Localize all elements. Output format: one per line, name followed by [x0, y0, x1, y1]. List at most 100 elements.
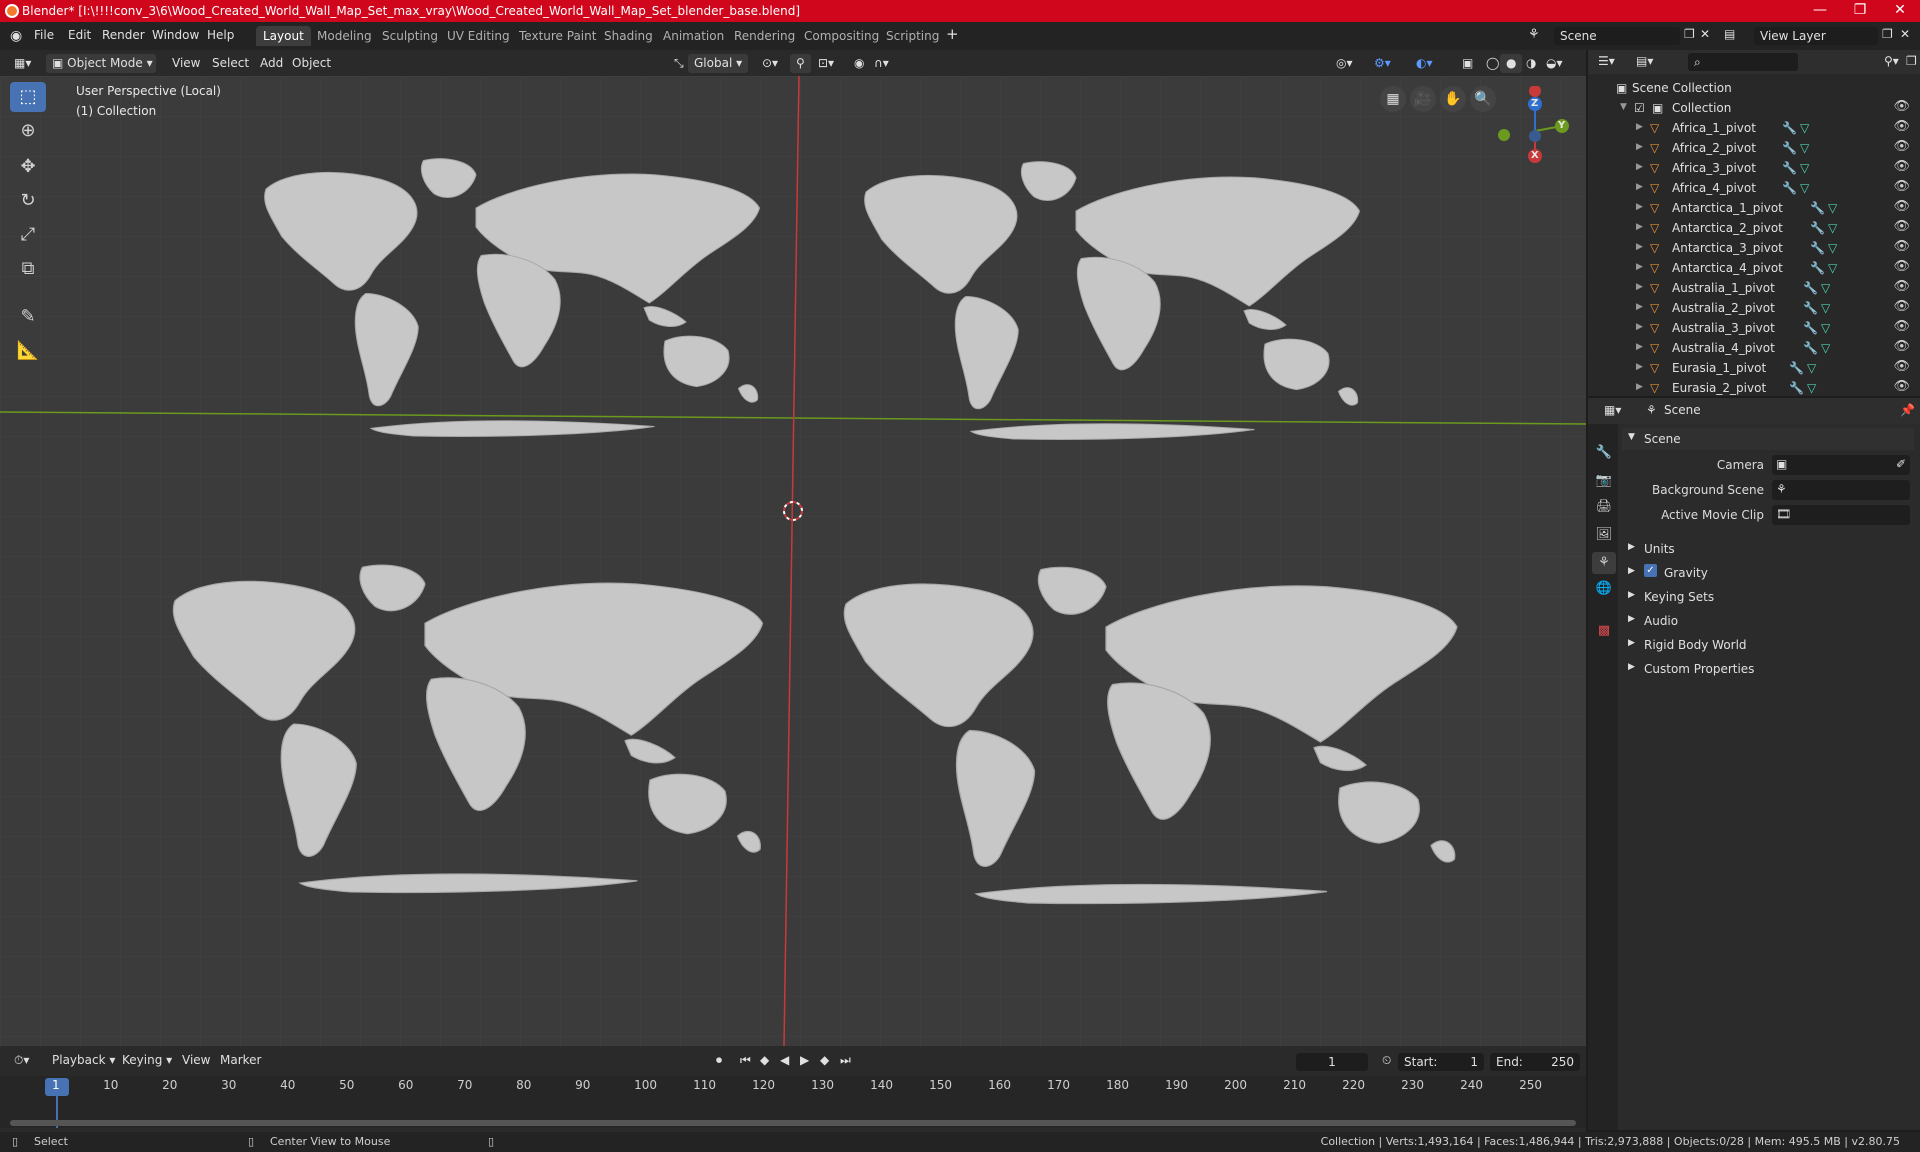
toggle-camera-grid-icon[interactable]: ▦ [1380, 86, 1406, 112]
expand-item-icon[interactable]: ▶ [1636, 142, 1643, 152]
eye-icon[interactable]: 👁 [1893, 159, 1910, 174]
properties-editor-icon[interactable]: ▦▾ [1598, 401, 1627, 420]
annotate-tool-icon[interactable]: ✎ [10, 302, 46, 332]
mesh-data-icon[interactable]: ▽ [1800, 141, 1809, 155]
subpanel-header[interactable]: ▶ Units [1622, 538, 1914, 560]
tab-modeling[interactable]: Modeling [310, 26, 379, 46]
collection-checkbox[interactable]: ☑ [1634, 101, 1645, 115]
subpanel-header[interactable]: ▶ ✓ Gravity [1622, 562, 1914, 584]
tab-animation[interactable]: Animation [656, 26, 731, 46]
outliner-item[interactable]: ▶ ▽ Australia_1_pivot 🔧 ▽ 👁 [1588, 278, 1920, 298]
keying-menu[interactable]: Keying ▾ [116, 1051, 178, 1070]
tab-scripting[interactable]: Scripting [879, 26, 946, 46]
subpanel-header[interactable]: ▶ Keying Sets [1622, 586, 1914, 608]
snap-icon[interactable]: ⚲ [790, 54, 811, 73]
eye-icon[interactable]: 👁 [1893, 299, 1910, 314]
outliner-collection[interactable]: ▼ ☑ ▣ Collection 👁 [1588, 98, 1920, 118]
tab-output-icon[interactable]: 🖨 [1592, 496, 1616, 518]
mesh-data-icon[interactable]: ▽ [1821, 281, 1830, 295]
outliner-item[interactable]: ▶ ▽ Eurasia_2_pivot 🔧 ▽ 👁 [1588, 378, 1920, 398]
mesh-data-icon[interactable]: ▽ [1828, 201, 1837, 215]
cursor-tool-icon[interactable]: ⊕ [10, 116, 46, 146]
orientation-icon[interactable]: ⤡ [668, 54, 690, 73]
eye-icon[interactable]: 👁 [1893, 379, 1910, 394]
tab-sculpting[interactable]: Sculpting [375, 26, 445, 46]
end-frame-field[interactable]: End: 250 [1490, 1053, 1580, 1071]
expand-item-icon[interactable]: ▶ [1636, 302, 1643, 312]
tab-tool-icon[interactable]: 🔧 [1592, 442, 1616, 464]
play-icon[interactable]: ▶ [794, 1051, 815, 1070]
timeline-view-menu[interactable]: View [176, 1051, 216, 1070]
eye-icon[interactable]: 👁 [1893, 119, 1910, 134]
expand-item-icon[interactable]: ▶ [1636, 162, 1643, 172]
camera-view-icon[interactable]: 🎥 [1410, 86, 1436, 112]
eye-icon[interactable]: 👁 [1893, 339, 1910, 354]
falloff-icon[interactable]: ∩▾ [868, 54, 895, 73]
menu-file[interactable]: File [34, 28, 54, 42]
mesh-data-icon[interactable]: ▽ [1821, 301, 1830, 315]
menu-render[interactable]: Render [102, 28, 145, 42]
editor-type-icon[interactable]: ▦▾ [8, 54, 37, 73]
outliner-item[interactable]: ▶ ▽ Antarctica_4_pivot 🔧 ▽ 👁 [1588, 258, 1920, 278]
modifier-icon[interactable]: 🔧 [1810, 221, 1825, 235]
eyedropper-icon[interactable]: ✐ [1896, 457, 1906, 471]
gravity-checkbox[interactable]: ✓ [1644, 564, 1657, 577]
expand-item-icon[interactable]: ▶ [1636, 322, 1643, 332]
start-frame-field[interactable]: Start: 1 [1398, 1053, 1484, 1071]
tab-render-icon[interactable]: 📷 [1592, 470, 1616, 492]
remove-scene-icon[interactable]: ✕ [1700, 27, 1710, 41]
outliner-item[interactable]: ▶ ▽ Australia_4_pivot 🔧 ▽ 👁 [1588, 338, 1920, 358]
outliner-item[interactable]: ▶ ▽ Africa_1_pivot 🔧 ▽ 👁 [1588, 118, 1920, 138]
remove-view-layer-icon[interactable]: ✕ [1900, 27, 1910, 41]
modifier-icon[interactable]: 🔧 [1810, 201, 1825, 215]
scene-field[interactable]: Scene [1554, 27, 1680, 45]
tab-view-layer-icon[interactable]: 🖼 [1592, 524, 1616, 546]
expand-item-icon[interactable]: ▶ [1636, 242, 1643, 252]
mesh-data-icon[interactable]: ▽ [1821, 341, 1830, 355]
tab-compositing[interactable]: Compositing [797, 26, 886, 46]
menu-add[interactable]: Add [254, 54, 289, 73]
measure-tool-icon[interactable]: 📐 [10, 336, 46, 366]
eye-icon[interactable]: 👁 [1893, 319, 1910, 334]
modifier-icon[interactable]: 🔧 [1810, 241, 1825, 255]
outliner-item[interactable]: ▶ ▽ Africa_4_pivot 🔧 ▽ 👁 [1588, 178, 1920, 198]
eye-icon[interactable]: 👁 [1893, 239, 1910, 254]
outliner-item[interactable]: ▶ ▽ Africa_3_pivot 🔧 ▽ 👁 [1588, 158, 1920, 178]
play-reverse-icon[interactable]: ◀ [774, 1051, 795, 1070]
new-view-layer-icon[interactable]: ❐ [1882, 27, 1893, 41]
expand-item-icon[interactable]: ▶ [1636, 342, 1643, 352]
eye-icon[interactable]: 👁 [1893, 219, 1910, 234]
subpanel-header[interactable]: ▶ Audio [1622, 610, 1914, 632]
display-mode-icon[interactable]: ▤▾ [1630, 52, 1659, 71]
expand-collection-icon[interactable]: ▼ [1620, 102, 1627, 112]
outliner-editor-icon[interactable]: ☰▾ [1592, 52, 1621, 71]
subpanel-header[interactable]: ▶ Rigid Body World [1622, 634, 1914, 656]
menu-view[interactable]: View [166, 54, 206, 73]
modifier-icon[interactable]: 🔧 [1803, 281, 1818, 295]
modifier-icon[interactable]: 🔧 [1782, 161, 1797, 175]
expand-item-icon[interactable]: ▶ [1636, 202, 1643, 212]
expand-item-icon[interactable]: ▶ [1636, 222, 1643, 232]
eye-icon[interactable]: 👁 [1893, 279, 1910, 294]
outliner-search-input[interactable]: ⌕ [1688, 53, 1798, 71]
pan-view-icon[interactable]: ✋ [1440, 86, 1466, 112]
camera-field[interactable]: ▣ ✐ [1772, 455, 1910, 475]
mesh-data-icon[interactable]: ▽ [1800, 161, 1809, 175]
tab-uv-editing[interactable]: UV Editing [440, 26, 517, 46]
transform-tool-icon[interactable]: ⧉ [10, 254, 46, 284]
outliner-item[interactable]: ▶ ▽ Antarctica_3_pivot 🔧 ▽ 👁 [1588, 238, 1920, 258]
outliner-item[interactable]: ▶ ▽ Eurasia_1_pivot 🔧 ▽ 👁 [1588, 358, 1920, 378]
snap-target-icon[interactable]: ⊡▾ [812, 54, 840, 73]
modifier-icon[interactable]: 🔧 [1782, 141, 1797, 155]
mesh-data-icon[interactable]: ▽ [1800, 121, 1809, 135]
gizmo-toggle-icon[interactable]: ⚙▾ [1368, 54, 1397, 73]
view-layer-icon[interactable]: ▤ [1724, 27, 1735, 41]
rotate-tool-icon[interactable]: ↻ [10, 186, 46, 216]
eye-icon[interactable]: 👁 [1893, 99, 1910, 114]
jump-end-icon[interactable]: ⏭ [834, 1051, 857, 1070]
modifier-icon[interactable]: 🔧 [1782, 181, 1797, 195]
subpanel-header[interactable]: ▶ Custom Properties [1622, 658, 1914, 680]
new-collection-icon[interactable]: ❐ [1900, 52, 1920, 71]
tab-scene-icon[interactable]: ⚘ [1592, 552, 1616, 574]
add-workspace-icon[interactable]: + [946, 25, 959, 43]
